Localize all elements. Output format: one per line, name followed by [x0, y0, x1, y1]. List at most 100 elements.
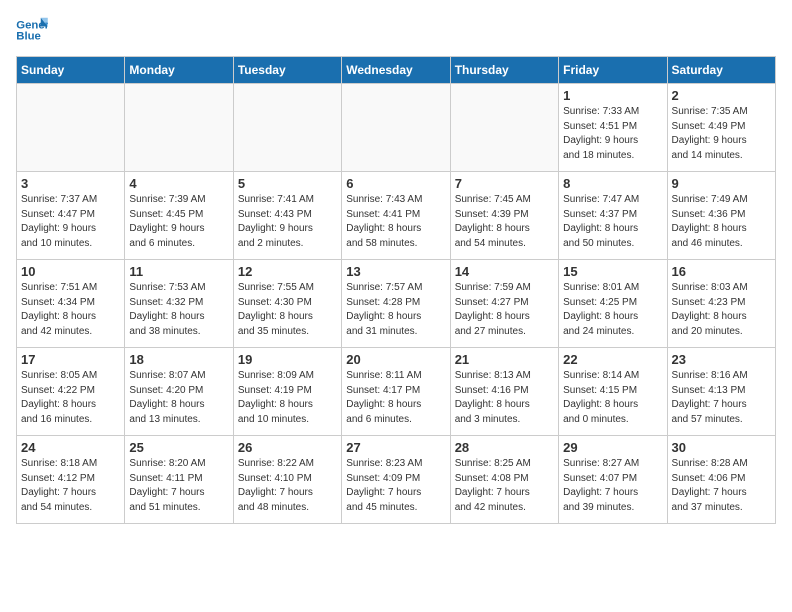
calendar-week-row: 10 Sunrise: 7:51 AM Sunset: 4:34 PM Dayli… — [17, 260, 776, 348]
calendar: SundayMondayTuesdayWednesdayThursdayFrid… — [16, 56, 776, 524]
calendar-cell — [342, 84, 450, 172]
day-number: 12 — [238, 264, 337, 279]
calendar-cell: 24Sunrise: 8:18 AM Sunset: 4:12 PM Dayli… — [17, 436, 125, 524]
calendar-cell: 23 Sunrise: 8:16 AM Sunset: 4:13 PM Dayli… — [667, 348, 775, 436]
day-number: 19 — [238, 352, 337, 367]
day-number: 3 — [21, 176, 120, 191]
day-number: 5 — [238, 176, 337, 191]
calendar-week-row: 17 Sunrise: 8:05 AM Sunset: 4:22 PM Dayli… — [17, 348, 776, 436]
day-number: 1 — [563, 88, 662, 103]
day-number: 13 — [346, 264, 445, 279]
day-info: Sunrise: 7:53 AM Sunset: 4:32 PM Dayligh… — [129, 281, 228, 339]
day-info: Sunrise: 7:33 AM Sunset: 4:51 PM Dayligh… — [563, 105, 662, 163]
day-info: Sunrise: 7:59 AM Sunset: 4:27 PM Dayligh… — [455, 281, 554, 339]
weekday-header: Friday — [559, 57, 667, 84]
day-number: 16 — [672, 264, 771, 279]
day-number: 22 — [563, 352, 662, 367]
calendar-cell: 3 Sunrise: 7:37 AM Sunset: 4:47 PM Daylig… — [17, 172, 125, 260]
day-number: 14 — [455, 264, 554, 279]
day-info: Sunrise: 7:45 AM Sunset: 4:39 PM Dayligh… — [455, 193, 554, 251]
calendar-cell: 27 Sunrise: 8:23 AM Sunset: 4:09 PM Dayli… — [342, 436, 450, 524]
page-header: General Blue — [16, 16, 776, 44]
day-info: Sunrise: 8:01 AM Sunset: 4:25 PM Dayligh… — [563, 281, 662, 339]
day-number: 11 — [129, 264, 228, 279]
day-number: 8 — [563, 176, 662, 191]
weekday-header: Wednesday — [342, 57, 450, 84]
calendar-week-row: 1 Sunrise: 7:33 AM Sunset: 4:51 PM Daylig… — [17, 84, 776, 172]
calendar-cell: 10 Sunrise: 7:51 AM Sunset: 4:34 PM Dayli… — [17, 260, 125, 348]
day-number: 10 — [21, 264, 120, 279]
weekday-header: Thursday — [450, 57, 558, 84]
day-info: Sunrise: 8:16 AM Sunset: 4:13 PM Dayligh… — [672, 369, 771, 427]
calendar-cell: 25 Sunrise: 8:20 AM Sunset: 4:11 PM Dayli… — [125, 436, 233, 524]
calendar-cell: 11 Sunrise: 7:53 AM Sunset: 4:32 PM Dayli… — [125, 260, 233, 348]
weekday-header: Saturday — [667, 57, 775, 84]
calendar-cell: 16 Sunrise: 8:03 AM Sunset: 4:23 PM Dayli… — [667, 260, 775, 348]
day-number: 29 — [563, 440, 662, 455]
day-number: 21 — [455, 352, 554, 367]
calendar-cell: 19 Sunrise: 8:09 AM Sunset: 4:19 PM Dayli… — [233, 348, 341, 436]
weekday-header: Tuesday — [233, 57, 341, 84]
day-info: Sunrise: 7:37 AM Sunset: 4:47 PM Dayligh… — [21, 193, 120, 251]
day-info: Sunrise: 8:05 AM Sunset: 4:22 PM Dayligh… — [21, 369, 120, 427]
calendar-cell: 30 Sunrise: 8:28 AM Sunset: 4:06 PM Dayli… — [667, 436, 775, 524]
day-info: Sunrise: 8:20 AM Sunset: 4:11 PM Dayligh… — [129, 457, 228, 515]
day-info: Sunrise: 8:25 AM Sunset: 4:08 PM Dayligh… — [455, 457, 554, 515]
calendar-cell: 18 Sunrise: 8:07 AM Sunset: 4:20 PM Dayli… — [125, 348, 233, 436]
day-number: 17 — [21, 352, 120, 367]
calendar-cell: 2Sunrise: 7:35 AM Sunset: 4:49 PM Daylig… — [667, 84, 775, 172]
day-info: Sunrise: 7:43 AM Sunset: 4:41 PM Dayligh… — [346, 193, 445, 251]
calendar-cell: 9 Sunrise: 7:49 AM Sunset: 4:36 PM Daylig… — [667, 172, 775, 260]
day-number: 25 — [129, 440, 228, 455]
day-info: Sunrise: 7:55 AM Sunset: 4:30 PM Dayligh… — [238, 281, 337, 339]
day-info: Sunrise: 7:47 AM Sunset: 4:37 PM Dayligh… — [563, 193, 662, 251]
day-info: Sunrise: 7:39 AM Sunset: 4:45 PM Dayligh… — [129, 193, 228, 251]
calendar-cell — [233, 84, 341, 172]
calendar-cell: 4 Sunrise: 7:39 AM Sunset: 4:45 PM Daylig… — [125, 172, 233, 260]
weekday-header: Monday — [125, 57, 233, 84]
day-number: 9 — [672, 176, 771, 191]
day-info: Sunrise: 7:51 AM Sunset: 4:34 PM Dayligh… — [21, 281, 120, 339]
calendar-cell: 21 Sunrise: 8:13 AM Sunset: 4:16 PM Dayli… — [450, 348, 558, 436]
day-number: 7 — [455, 176, 554, 191]
calendar-cell: 20Sunrise: 8:11 AM Sunset: 4:17 PM Dayli… — [342, 348, 450, 436]
day-info: Sunrise: 8:11 AM Sunset: 4:17 PM Dayligh… — [346, 369, 445, 427]
day-info: Sunrise: 7:41 AM Sunset: 4:43 PM Dayligh… — [238, 193, 337, 251]
day-number: 23 — [672, 352, 771, 367]
calendar-week-row: 24Sunrise: 8:18 AM Sunset: 4:12 PM Dayli… — [17, 436, 776, 524]
logo: General Blue — [16, 16, 52, 44]
day-number: 30 — [672, 440, 771, 455]
day-number: 4 — [129, 176, 228, 191]
day-number: 27 — [346, 440, 445, 455]
calendar-cell — [450, 84, 558, 172]
day-info: Sunrise: 8:28 AM Sunset: 4:06 PM Dayligh… — [672, 457, 771, 515]
day-info: Sunrise: 8:07 AM Sunset: 4:20 PM Dayligh… — [129, 369, 228, 427]
day-info: Sunrise: 8:23 AM Sunset: 4:09 PM Dayligh… — [346, 457, 445, 515]
calendar-cell: 7 Sunrise: 7:45 AM Sunset: 4:39 PM Daylig… — [450, 172, 558, 260]
calendar-cell: 1 Sunrise: 7:33 AM Sunset: 4:51 PM Daylig… — [559, 84, 667, 172]
calendar-cell: 6Sunrise: 7:43 AM Sunset: 4:41 PM Daylig… — [342, 172, 450, 260]
calendar-cell: 22Sunrise: 8:14 AM Sunset: 4:15 PM Dayli… — [559, 348, 667, 436]
day-number: 26 — [238, 440, 337, 455]
calendar-cell: 14 Sunrise: 7:59 AM Sunset: 4:27 PM Dayli… — [450, 260, 558, 348]
svg-text:Blue: Blue — [16, 31, 41, 43]
calendar-cell: 8 Sunrise: 7:47 AM Sunset: 4:37 PM Daylig… — [559, 172, 667, 260]
day-number: 15 — [563, 264, 662, 279]
calendar-cell: 15 Sunrise: 8:01 AM Sunset: 4:25 PM Dayli… — [559, 260, 667, 348]
day-info: Sunrise: 8:09 AM Sunset: 4:19 PM Dayligh… — [238, 369, 337, 427]
day-number: 18 — [129, 352, 228, 367]
calendar-cell: 26Sunrise: 8:22 AM Sunset: 4:10 PM Dayli… — [233, 436, 341, 524]
calendar-cell: 17 Sunrise: 8:05 AM Sunset: 4:22 PM Dayli… — [17, 348, 125, 436]
calendar-cell: 12 Sunrise: 7:55 AM Sunset: 4:30 PM Dayli… — [233, 260, 341, 348]
day-info: Sunrise: 8:13 AM Sunset: 4:16 PM Dayligh… — [455, 369, 554, 427]
calendar-cell — [17, 84, 125, 172]
day-info: Sunrise: 7:35 AM Sunset: 4:49 PM Dayligh… — [672, 105, 771, 163]
day-number: 24 — [21, 440, 120, 455]
logo-icon: General Blue — [16, 16, 48, 44]
weekday-header: Sunday — [17, 57, 125, 84]
day-info: Sunrise: 7:49 AM Sunset: 4:36 PM Dayligh… — [672, 193, 771, 251]
calendar-cell: 29 Sunrise: 8:27 AM Sunset: 4:07 PM Dayli… — [559, 436, 667, 524]
day-info: Sunrise: 7:57 AM Sunset: 4:28 PM Dayligh… — [346, 281, 445, 339]
day-info: Sunrise: 8:27 AM Sunset: 4:07 PM Dayligh… — [563, 457, 662, 515]
day-info: Sunrise: 8:03 AM Sunset: 4:23 PM Dayligh… — [672, 281, 771, 339]
